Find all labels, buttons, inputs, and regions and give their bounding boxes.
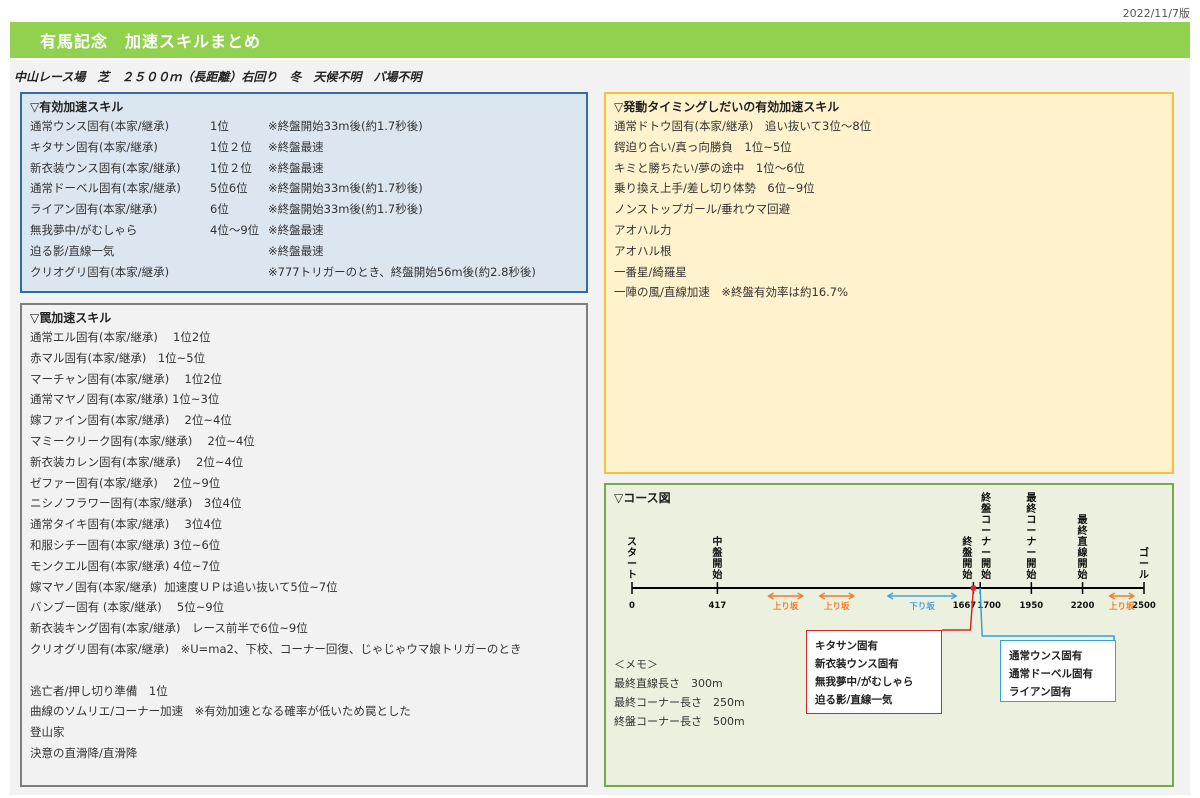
trap-skill-row: 新衣装キング固有(本家/継承) レース前半で6位~9位 bbox=[30, 621, 308, 636]
distance-label: 1950 bbox=[1020, 601, 1044, 611]
trap-skill-row: クリオグリ固有(本家/継承) ※U=ma2、下校、コーナー回復、じゃじゃウマ娘ト… bbox=[30, 641, 522, 656]
valid-skill-row: クリオグリ固有(本家/継承) ※777トリガーのとき、終盤開始56m後(約2.8秒… bbox=[30, 262, 578, 283]
skill-rank: 1位２位 bbox=[210, 160, 252, 175]
trap-skill-row: 赤マル固有(本家/継承) 1位~5位 bbox=[30, 350, 206, 365]
marker-label: ゴール bbox=[1139, 546, 1149, 581]
valid-skills-title: ▽有効加速スキル bbox=[30, 100, 124, 114]
trap-skill-row: マミークリーク固有(本家/継承) 2位~4位 bbox=[30, 433, 255, 448]
page-title: 有馬記念 加速スキルまとめ bbox=[40, 32, 262, 51]
corner-skills-callout: 通常ウンス固有 通常ドーベル固有 ライアン固有 bbox=[1000, 640, 1116, 702]
trap-skills-list: 通常エル固有(本家/継承) 1位2位 赤マル固有(本家/継承) 1位~5位マーチャ… bbox=[30, 327, 578, 764]
timing-skill-row: 鍔迫り合い/真っ向勝負 1位~5位 bbox=[614, 139, 792, 154]
skill-rank: 5位6位 bbox=[210, 181, 248, 196]
trap-skill-row: 曲線のソムリエ/コーナー加速 ※有効加速となる確率が低いため罠とした bbox=[30, 704, 411, 719]
trap-skill-row: 決意の直滑降/直滑降 bbox=[30, 745, 138, 760]
trap-skill-row: モンクエル固有(本家/継承) 4位~7位 bbox=[30, 558, 221, 573]
marker-label: 最終コーナー開始 bbox=[1026, 492, 1037, 581]
callout-skill: 迫る影/直線一気 bbox=[815, 694, 893, 706]
marker-label: 終盤開始 bbox=[961, 535, 973, 581]
callout-skill: 新衣装ウンス固有 bbox=[815, 658, 899, 670]
skill-name: 迫る影/直線一気 bbox=[30, 243, 115, 258]
valid-skill-row: 迫る影/直線一気 ※終盤最速 bbox=[30, 241, 578, 262]
skill-note: ※終盤最速 bbox=[268, 139, 324, 154]
trap-skill-row: ゼファー固有(本家/継承) 2位~9位 bbox=[30, 475, 221, 490]
timing-skill-row: ノンストップガール/垂れウマ回避 bbox=[614, 202, 791, 217]
trap-skill-row: 新衣装カレン固有(本家/継承) 2位~4位 bbox=[30, 454, 244, 469]
callout-skill: ライアン固有 bbox=[1009, 686, 1072, 698]
trap-skill-row: 通常マヤノ固有(本家/継承) 1位~3位 bbox=[30, 392, 220, 407]
valid-skill-row: 通常ウンス固有(本家/継承) 1位 ※終盤開始33m後(約1.7秒後) bbox=[30, 116, 578, 137]
skill-name: キタサン固有(本家/継承) bbox=[30, 139, 158, 154]
callout-skill: 通常ウンス固有 bbox=[1009, 650, 1083, 662]
trap-skill-row: 通常タイキ固有(本家/継承) 3位4位 bbox=[30, 517, 223, 532]
marker-label: 最終直線開始 bbox=[1078, 514, 1089, 581]
callout-skill: 通常ドーベル固有 bbox=[1009, 668, 1093, 680]
trap-skill-row: 嫁マヤノ固有(本家/継承) 加速度ＵＰは追い抜いて5位~7位 bbox=[30, 579, 338, 594]
valid-skill-row: キタサン固有(本家/継承) 1位２位 ※終盤最速 bbox=[30, 137, 578, 158]
callout-skill: 無我夢中/がむしゃら bbox=[815, 676, 914, 688]
slope-label: 上り坂 bbox=[824, 601, 850, 612]
slope-label: 下り坂 bbox=[909, 601, 935, 612]
trap-skill-row: 通常エル固有(本家/継承) 1位2位 bbox=[30, 330, 211, 344]
valid-skill-row: 通常ドーベル固有(本家/継承) 5位6位 ※終盤開始33m後(約1.7秒後) bbox=[30, 178, 578, 199]
marker-label: 中盤開始 bbox=[711, 535, 723, 581]
skill-name: 新衣装ウンス固有(本家/継承) bbox=[30, 160, 181, 175]
skill-note: ※終盤最速 bbox=[268, 222, 324, 237]
skill-rank: 6位 bbox=[210, 202, 229, 217]
skill-name: 通常ウンス固有(本家/継承) bbox=[30, 119, 170, 133]
valid-skill-row: 無我夢中/がむしゃら 4位〜9位 ※終盤最速 bbox=[30, 220, 578, 241]
timing-skills-title: ▽発動タイミングしだいの有効加速スキル bbox=[614, 100, 840, 114]
trap-skill-row: 和服シチー固有(本家/継承) 3位~6位 bbox=[30, 537, 221, 552]
page-banner: 有馬記念 加速スキルまとめ bbox=[10, 22, 1190, 58]
skill-note: ※終盤開始33m後(約1.7秒後) bbox=[268, 181, 423, 196]
timing-skill-row: 乗り換え上手/差し切り体勢 6位~9位 bbox=[614, 181, 815, 196]
valid-skill-row: ライアン固有(本家/継承) 6位 ※終盤開始33m後(約1.7秒後) bbox=[30, 199, 578, 220]
skill-rank: 1位 bbox=[210, 119, 229, 133]
trap-skills-box: ▽罠加速スキル 通常エル固有(本家/継承) 1位2位 赤マル固有(本家/継承) 1… bbox=[20, 303, 588, 787]
skill-name: クリオグリ固有(本家/継承) bbox=[30, 264, 170, 279]
skill-rank: 1位２位 bbox=[210, 139, 252, 154]
callout-skill: キタサン固有 bbox=[815, 640, 878, 652]
marker-label: 終盤コーナー開始 bbox=[980, 491, 992, 581]
marker-label: スタート bbox=[627, 536, 637, 581]
blue-connector bbox=[979, 587, 1115, 640]
trap-skill-row: 逃亡者/押し切り準備 1位 bbox=[30, 683, 168, 698]
slope-label: 上り坂 bbox=[1109, 601, 1135, 612]
timing-skills-box: ▽発動タイミングしだいの有効加速スキル 通常ドトウ固有(本家/継承) 追い抜いて… bbox=[604, 92, 1174, 474]
skill-name: 無我夢中/がむしゃら bbox=[30, 222, 138, 237]
distance-label: 2500 bbox=[1132, 601, 1156, 611]
valid-skill-row: 新衣装ウンス固有(本家/継承) 1位２位 ※終盤最速 bbox=[30, 158, 578, 179]
distance-label: 0 bbox=[629, 601, 635, 611]
trap-skill-row: 登山家 bbox=[30, 725, 65, 740]
timing-skill-row: 一番星/綺羅星 bbox=[614, 264, 687, 279]
skill-name: ライアン固有(本家/継承) bbox=[30, 202, 158, 217]
trap-skill-row: 嫁ファイン固有(本家/継承) 2位~4位 bbox=[30, 413, 232, 428]
skill-note: ※終盤開始33m後(約1.7秒後) bbox=[268, 202, 423, 217]
skill-note: ※終盤開始33m後(約1.7秒後) bbox=[268, 119, 423, 133]
timing-skill-row: 通常ドトウ固有(本家/継承) 追い抜いて3位〜8位 bbox=[614, 119, 872, 133]
skill-rank: 4位〜9位 bbox=[210, 222, 260, 237]
valid-skills-list: 通常ウンス固有(本家/継承) 1位 ※終盤開始33m後(約1.7秒後) キタサン固有(… bbox=[30, 116, 578, 282]
timing-skill-row: アオハル力 bbox=[614, 222, 672, 237]
version-label: 2022/11/7版 bbox=[1122, 7, 1190, 20]
trap-skill-row: マーチャン固有(本家/継承) 1位2位 bbox=[30, 371, 223, 386]
slope-label: 上り坂 bbox=[773, 601, 799, 612]
timing-skill-row: 一陣の風/直線加速 ※終盤有効率は約16.7% bbox=[614, 285, 849, 300]
race-subtitle: 中山レース場 芝 ２５００ｍ（長距離）右回り 冬 天候不明 バ場不明 bbox=[14, 70, 422, 84]
timing-skill-row: キミと勝ちたい/夢の途中 1位〜6位 bbox=[614, 160, 806, 175]
skill-note: ※終盤最速 bbox=[268, 243, 324, 258]
skill-name: 通常ドーベル固有(本家/継承) bbox=[30, 181, 181, 196]
timing-skills-list: 通常ドトウ固有(本家/継承) 追い抜いて3位〜8位 鍔迫り合い/真っ向勝負 1位~… bbox=[614, 116, 1164, 303]
trap-skills-title: ▽罠加速スキル bbox=[30, 311, 112, 325]
timing-skill-row: アオハル根 bbox=[614, 243, 672, 258]
skill-note: ※終盤最速 bbox=[268, 160, 324, 175]
skill-note: ※777トリガーのとき、終盤開始56m後(約2.8秒後) bbox=[268, 264, 536, 279]
blank-spacer bbox=[30, 660, 578, 681]
trap-skill-row: バンブー固有 (本家/継承) 5位~9位 bbox=[30, 600, 225, 615]
trap-skill-row: ニシノフラワー固有(本家/継承) 3位4位 bbox=[30, 496, 242, 511]
final-start-skills-callout: キタサン固有新衣装ウンス固有無我夢中/がむしゃら 迫る影/直線一気 bbox=[806, 630, 942, 714]
valid-skills-box: ▽有効加速スキル 通常ウンス固有(本家/継承) 1位 ※終盤開始33m後(約1.7秒… bbox=[20, 92, 588, 293]
distance-label: 2200 bbox=[1071, 601, 1095, 611]
distance-label: 417 bbox=[709, 601, 727, 611]
